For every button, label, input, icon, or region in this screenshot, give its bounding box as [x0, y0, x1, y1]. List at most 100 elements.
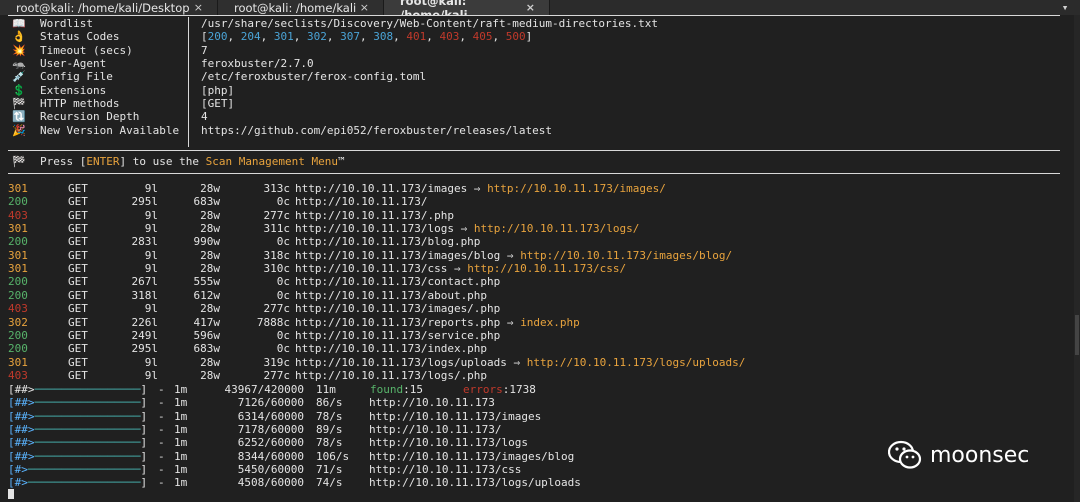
bar-fill: ──────────────── — [34, 409, 141, 423]
url-text: http://10.10.11.173/reports.php — [295, 315, 501, 329]
rate: 78/s — [316, 409, 343, 423]
errors-label: errors — [463, 383, 503, 396]
line-count: 9l — [144, 248, 158, 262]
bar-end: ] — [140, 476, 148, 490]
config-value: [php] — [201, 83, 235, 97]
tab-title: root@kali: /home/kali — [234, 0, 357, 15]
status-code-part: 200 — [207, 30, 228, 44]
url-text: http://10.10.11.173/logs/uploads — [295, 355, 507, 369]
rate: 78/s — [316, 436, 343, 450]
config-icon: 📖 — [12, 17, 26, 30]
hint-post: ™ — [338, 155, 345, 168]
status-code-part: , — [326, 30, 341, 44]
rate: 11m — [316, 383, 336, 396]
divider — [8, 150, 192, 151]
close-icon[interactable]: × — [194, 1, 203, 14]
char-count: 0c — [276, 288, 290, 302]
redirect-url: index.php — [520, 315, 580, 329]
elapsed: 1m — [174, 423, 188, 437]
scan-url: http://10.10.11.173 — [369, 396, 495, 410]
url-text: http://10.10.11.173/logs/.php — [295, 368, 488, 382]
method: GET — [68, 248, 88, 262]
word-count: 28w — [200, 248, 220, 262]
word-count: 28w — [200, 302, 220, 316]
status-code-part: ] — [525, 30, 533, 44]
progress-bar: [#>─────────────────] — [8, 463, 147, 476]
progress-bar: [##>────────────────] — [8, 410, 147, 423]
bar-start: [##> — [8, 449, 35, 463]
scan-url: http://10.10.11.173/css — [369, 463, 522, 477]
status-code-part: , — [360, 30, 374, 44]
char-count: 277c — [263, 302, 291, 316]
result-url: http://10.10.11.173/ — [295, 195, 427, 208]
divider — [8, 173, 1060, 174]
line-count: 9l — [144, 208, 158, 222]
terminal-output[interactable]: 📖 Wordlist/usr/share/seclists/Discovery/W… — [0, 15, 1080, 502]
bar-end: ] — [140, 449, 148, 463]
word-count: 28w — [200, 355, 220, 369]
tab-home-active[interactable]: root@kali: /home/kali × — [384, 0, 550, 22]
progress-bar: [##>────────────────] — [8, 396, 147, 409]
method: GET — [68, 315, 88, 329]
status-code-part: , — [260, 30, 274, 44]
status-code-part: 405 — [472, 30, 493, 44]
redirect-url: http://10.10.11.173/css/ — [467, 262, 627, 276]
progress-bar: [##>────────────────] — [8, 450, 147, 463]
status-code: 301 — [8, 355, 28, 369]
url-text: http://10.10.11.173/about.php — [295, 288, 488, 302]
config-icon: 👌 — [12, 30, 26, 44]
tab-home[interactable]: root@kali: /home/kali × — [218, 0, 384, 15]
status-code: 200 — [8, 275, 28, 289]
rate: 86/s — [316, 396, 343, 410]
result-url: http://10.10.11.173/logs/.php — [295, 369, 487, 382]
bar-start: [##> — [8, 423, 35, 437]
scan-url: http://10.10.11.173/images — [369, 409, 542, 423]
divider — [8, 15, 1060, 16]
flag-icon: 🏁 — [12, 155, 26, 168]
word-count: 28w — [200, 182, 220, 195]
config-value: /usr/share/seclists/Discovery/Web-Conten… — [201, 17, 658, 30]
word-count: 683w — [193, 342, 221, 356]
scrollbar-thumb[interactable] — [1075, 315, 1079, 355]
close-icon[interactable]: × — [360, 1, 369, 14]
separator: - — [158, 423, 165, 437]
progress-bar: [##>────────────────] — [8, 436, 147, 449]
config-icon: 🏁 — [12, 97, 26, 111]
url-text: http://10.10.11.173/contact.php — [295, 275, 501, 289]
char-count: 310c — [263, 262, 291, 276]
config-icon: 💥 — [12, 43, 26, 57]
url-text: http://10.10.11.173/.php — [295, 208, 454, 222]
close-icon[interactable]: × — [526, 1, 535, 14]
result-url: http://10.10.11.173/images/.php — [295, 302, 500, 315]
arrow: ⇒ — [453, 222, 474, 236]
request-count: 5450/60000 — [237, 463, 304, 477]
bar-end: ] — [140, 409, 148, 423]
result-url: http://10.10.11.173/contact.php — [295, 275, 500, 288]
tab-desktop[interactable]: root@kali: /home/kali/Desktop × — [0, 0, 218, 15]
redirect-url: http://10.10.11.173/images/ — [487, 182, 666, 195]
status-code-part: 403 — [439, 30, 460, 44]
chevron-down-icon[interactable]: ▾ — [1050, 0, 1080, 15]
status-code: 301 — [8, 248, 28, 262]
line-count: 9l — [144, 355, 158, 369]
line-count: 267l — [131, 275, 159, 289]
bar-start: [##> — [8, 436, 35, 450]
status-code: 200 — [8, 235, 28, 249]
status-code: 403 — [8, 302, 28, 316]
word-count: 28w — [200, 262, 220, 276]
progress-bar: [##>────────────────] — [8, 383, 147, 396]
status-code: 301 — [8, 182, 28, 195]
config-label: Recursion Depth — [40, 110, 140, 124]
method: GET — [68, 235, 88, 249]
scrollbar[interactable] — [1074, 15, 1080, 502]
status-code-part: 204 — [240, 30, 261, 44]
status-code-part: 301 — [273, 30, 294, 44]
method: GET — [68, 222, 88, 236]
request-count: 43967/420000 — [224, 383, 304, 396]
scan-url: http://10.10.11.173/ — [369, 423, 502, 437]
bar-fill: ──────────────── — [34, 423, 141, 437]
rate: 74/s — [316, 476, 343, 490]
word-count: 990w — [193, 235, 221, 249]
result-url: http://10.10.11.173/logs ⇒ http://10.10.… — [295, 222, 639, 235]
bar-end: ] — [140, 423, 148, 437]
